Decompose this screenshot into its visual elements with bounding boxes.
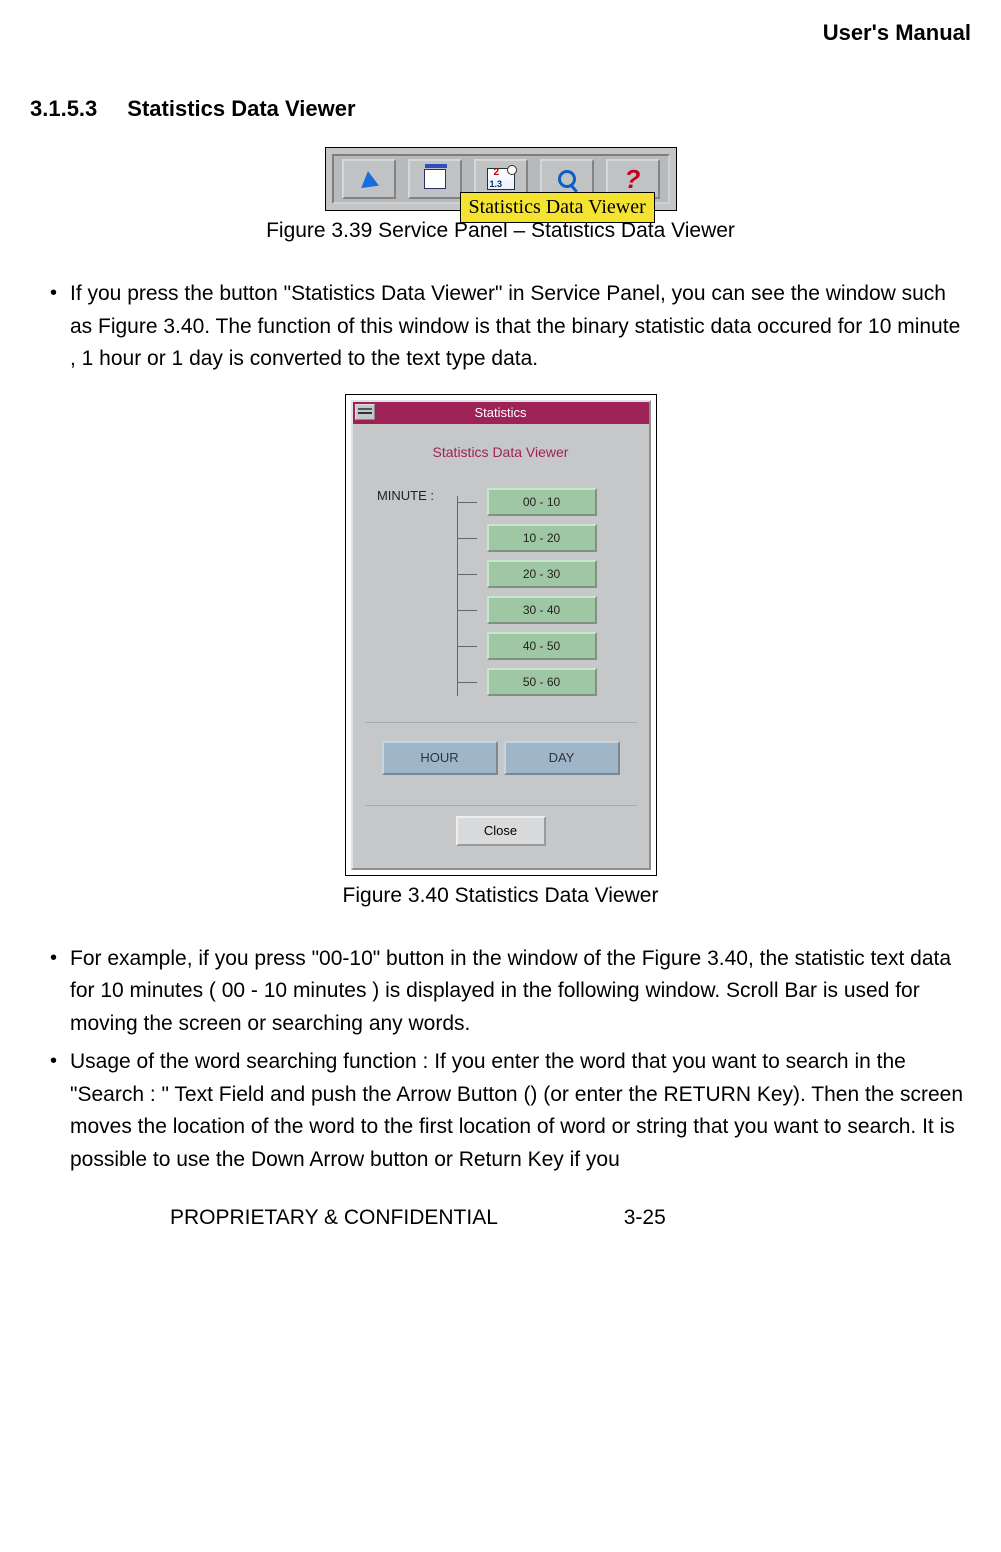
minute-button-30-40[interactable]: 30 - 40 [487, 596, 597, 624]
footer-left: PROPRIETARY & CONFIDENTIAL [170, 1206, 498, 1229]
statistics-dialog-screenshot: Statistics Statistics Data Viewer MINUTE… [345, 394, 657, 876]
question-icon: ? [625, 164, 641, 195]
hour-button[interactable]: HOUR [382, 741, 498, 775]
paragraph-1: If you press the button "Statistics Data… [50, 278, 971, 376]
day-button[interactable]: DAY [504, 741, 620, 775]
close-button[interactable]: Close [456, 816, 546, 846]
minute-button-00-10[interactable]: 00 - 10 [487, 488, 597, 516]
dialog-titlebar[interactable]: Statistics [353, 402, 649, 424]
paragraph-2: For example, if you press "00-10" button… [50, 943, 971, 1041]
section-title: Statistics Data Viewer [127, 96, 355, 121]
paragraph-3: Usage of the word searching function : I… [50, 1046, 971, 1176]
tree-lines [447, 488, 487, 696]
triangle-icon [358, 170, 378, 188]
section-number: 3.1.5.3 [30, 96, 97, 122]
toolbar-button-1[interactable] [342, 159, 396, 199]
section-heading: 3.1.5.3 Statistics Data Viewer [30, 96, 971, 122]
clock-icon [507, 165, 517, 175]
window-icon [424, 169, 446, 189]
magnifier-icon [558, 170, 576, 188]
toolbar-button-2[interactable] [408, 159, 462, 199]
minute-label: MINUTE : [365, 488, 447, 696]
dialog-title-text: Statistics [474, 405, 526, 420]
minute-button-10-20[interactable]: 10 - 20 [487, 524, 597, 552]
system-menu-icon[interactable] [355, 404, 375, 420]
doc-header: User's Manual [30, 20, 971, 46]
minute-button-50-60[interactable]: 50 - 60 [487, 668, 597, 696]
chart-icon [487, 168, 515, 190]
dialog-subtitle: Statistics Data Viewer [365, 444, 637, 460]
figure-40-caption: Figure 3.40 Statistics Data Viewer [30, 884, 971, 908]
minute-button-20-30[interactable]: 20 - 30 [487, 560, 597, 588]
minute-button-40-50[interactable]: 40 - 50 [487, 632, 597, 660]
page-footer: PROPRIETARY & CONFIDENTIAL 3-25 [30, 1206, 971, 1230]
service-panel-toolbar: ? Statistics Data Viewer [325, 147, 677, 211]
footer-page-number: 3-25 [624, 1206, 666, 1229]
tooltip: Statistics Data Viewer [460, 192, 655, 223]
